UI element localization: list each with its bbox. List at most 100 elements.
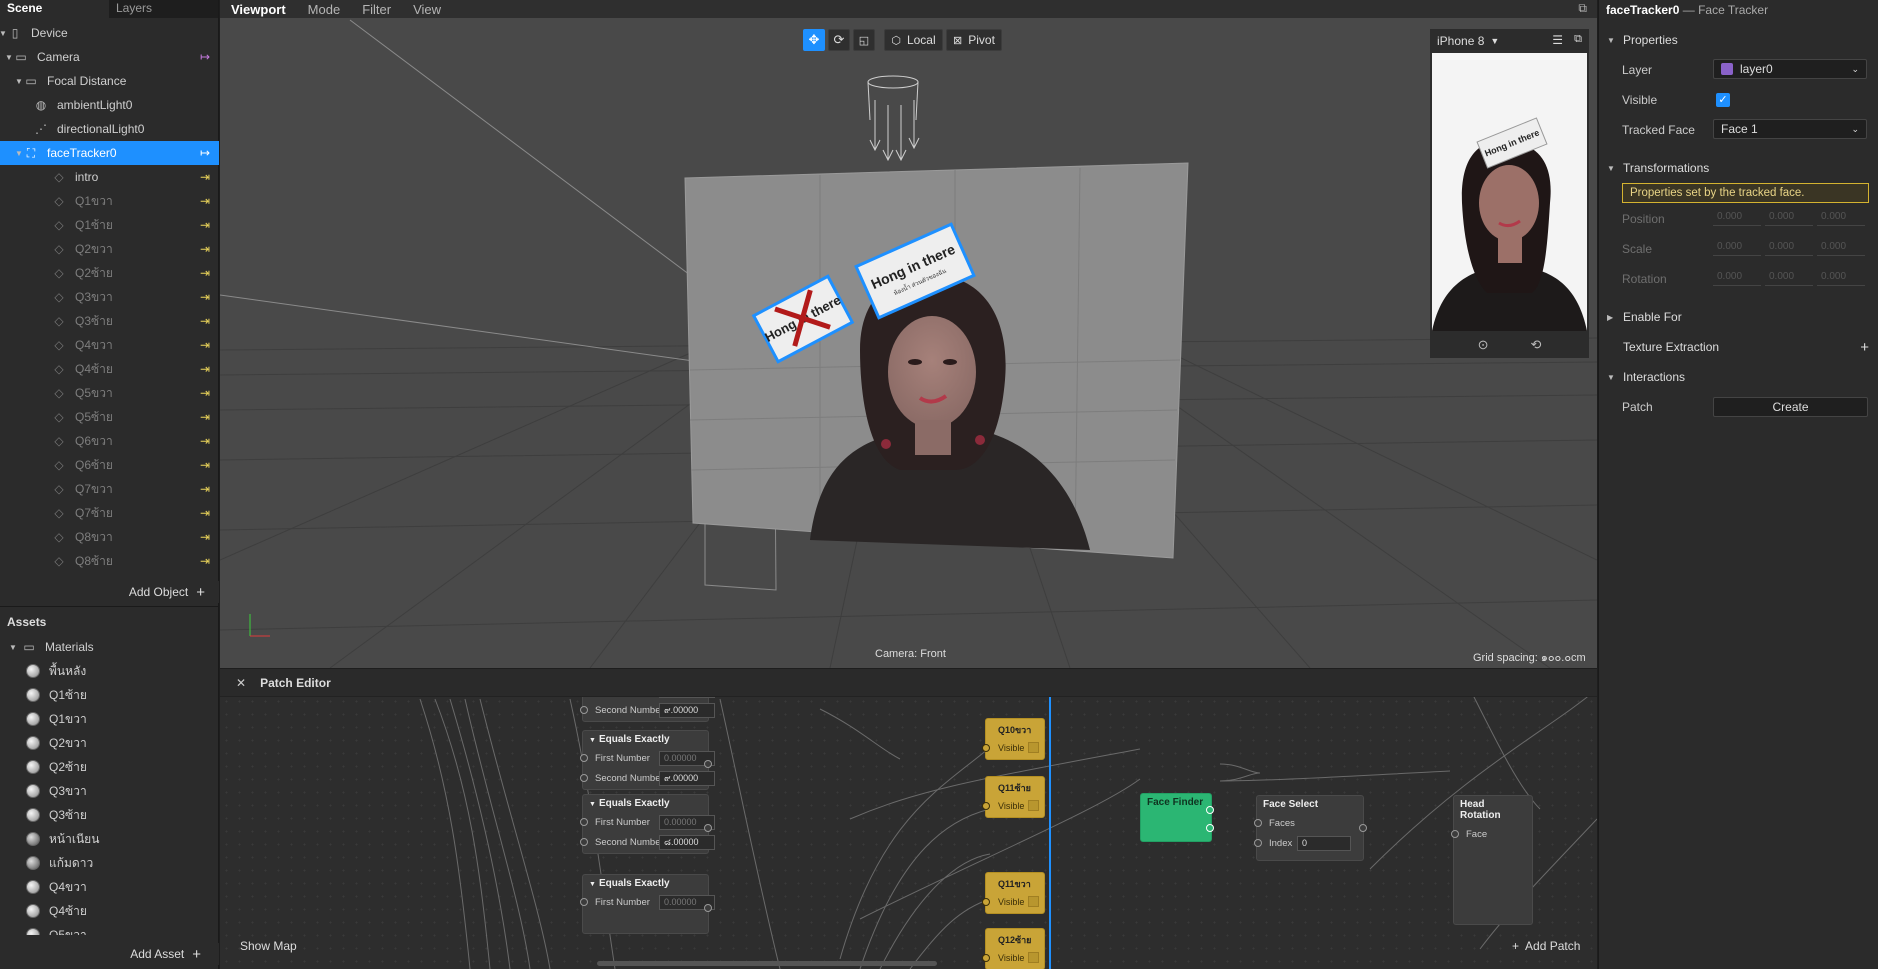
tree-item[interactable]: ▼ ▭ Camera ↦ (0, 45, 219, 69)
object-visibility-node[interactable]: Q11ซ้าย Visible (982, 776, 1045, 818)
index-input-port[interactable] (1254, 839, 1262, 847)
tree-item[interactable]: ◇ Q7ซ้าย ⇥ (0, 501, 219, 525)
menu-icon[interactable]: ☰ (1552, 33, 1563, 47)
tree-item[interactable]: ◇ Q1ขวา ⇥ (0, 189, 219, 213)
visible-input-port[interactable] (982, 744, 990, 752)
assets-folder-materials[interactable]: ▼ ▭ Materials (0, 635, 219, 659)
index-field[interactable]: 0 (1297, 835, 1351, 851)
visible-checkbox[interactable] (1028, 896, 1039, 907)
tree-item[interactable]: ◇ Q6ซ้าย ⇥ (0, 453, 219, 477)
rotate-device-icon[interactable]: ⟲ (1531, 337, 1542, 353)
object-visibility-node[interactable]: Q12ซ้าย Visible (982, 928, 1045, 969)
face-finder-node[interactable]: Face Finder (1140, 793, 1214, 842)
asset-item[interactable]: พื้นหลัง (0, 659, 219, 683)
first-number-port[interactable] (580, 754, 588, 762)
pivot-button[interactable]: ⊠ Pivot (946, 29, 1002, 51)
patch-arrow-icon[interactable]: ⇥ (200, 506, 210, 520)
visible-checkbox[interactable] (1028, 800, 1039, 811)
tree-item[interactable]: ◇ Q7ขวา ⇥ (0, 477, 219, 501)
move-tool-button[interactable]: ✥ (803, 29, 825, 51)
equals-exactly-node[interactable]: ▼ Equals Exactly First Number 0.00000 (580, 874, 715, 934)
plus-icon[interactable]: + (1860, 339, 1869, 356)
rotate-tool-button[interactable]: ⟳ (828, 29, 850, 51)
patch-arrow-icon[interactable]: ⇥ (200, 362, 210, 376)
equals-exactly-node[interactable]: ▼ Equals Exactly First Number 0.00000 Second… (580, 730, 715, 790)
close-icon[interactable]: ✕ (236, 676, 246, 690)
face-input-port[interactable] (1451, 830, 1459, 838)
patch-arrow-icon[interactable]: ⇥ (200, 338, 210, 352)
transformations-section-header[interactable]: ▼ Transformations (1599, 157, 1878, 179)
tree-item[interactable]: ◇ Q4ขวา ⇥ (0, 333, 219, 357)
equals-output-port[interactable] (704, 904, 712, 912)
horizontal-scrollbar[interactable] (597, 961, 937, 966)
tree-item[interactable]: ⋰ directionalLight0 (0, 117, 219, 141)
menu-viewport[interactable]: Viewport (220, 2, 297, 17)
object-visibility-node[interactable]: Q11ขวา Visible (982, 872, 1045, 914)
visible-checkbox[interactable] (1028, 742, 1039, 753)
second-number-port[interactable] (580, 774, 588, 782)
patch-arrow-icon[interactable]: ↦ (200, 146, 210, 160)
caret-down-icon[interactable]: ▼ (14, 77, 24, 86)
patch-arrow-icon[interactable]: ⇥ (200, 458, 210, 472)
show-map-button[interactable]: Show Map (240, 939, 297, 953)
equals-output-port[interactable] (704, 824, 712, 832)
asset-item[interactable]: แก้มดาว (0, 851, 219, 875)
visible-input-port[interactable] (982, 802, 990, 810)
first-number-port[interactable] (580, 898, 588, 906)
first-number-port[interactable] (580, 818, 588, 826)
tree-item[interactable]: ◇ Q3ขวา ⇥ (0, 285, 219, 309)
face-select-output-port[interactable] (1359, 824, 1367, 832)
layer-dropdown[interactable]: layer0 ⌄ (1713, 59, 1867, 79)
tree-item[interactable]: ◇ Q4ซ้าย ⇥ (0, 357, 219, 381)
patch-arrow-icon[interactable]: ⇥ (200, 170, 210, 184)
tree-item[interactable]: ◇ Q8ซ้าย ⇥ (0, 549, 219, 573)
tree-item[interactable]: ▼ ▯ Device (0, 21, 219, 45)
tab-layers[interactable]: Layers (109, 0, 218, 18)
screenshot-icon[interactable]: ⊙ (1478, 337, 1489, 353)
properties-section-header[interactable]: ▼ Properties (1599, 29, 1878, 51)
second-number-port[interactable] (580, 706, 588, 714)
second-number-field[interactable]: ๙.00000 (659, 702, 715, 718)
asset-item[interactable]: Q4ขวา (0, 875, 219, 899)
patch-arrow-icon[interactable]: ⇥ (200, 530, 210, 544)
patch-arrow-icon[interactable]: ⇥ (200, 290, 210, 304)
patch-arrow-icon[interactable]: ⇥ (200, 482, 210, 496)
equals-output-port[interactable] (704, 760, 712, 768)
menu-view[interactable]: View (402, 2, 452, 17)
viewport[interactable]: Hong in there Hong in there ห้องน้ำ ส่วน… (220, 0, 1597, 668)
add-asset-button[interactable]: Add Asset + (130, 946, 201, 963)
second-number-field[interactable]: ๙.00000 (659, 770, 715, 786)
interactions-section-header[interactable]: ▼ Interactions (1599, 366, 1878, 388)
add-patch-button[interactable]: + Add Patch (1512, 939, 1580, 953)
create-patch-button[interactable]: Create (1713, 397, 1868, 417)
texture-extraction-section-header[interactable]: Texture Extraction + (1599, 336, 1878, 358)
patch-arrow-icon[interactable]: ⇥ (200, 386, 210, 400)
equals-exactly-node[interactable]: ▼ Equals Exactly First Number 0.00000 Second… (580, 794, 715, 854)
tree-item[interactable]: ▼ ▭ Focal Distance (0, 69, 219, 93)
patch-arrow-icon[interactable]: ⇥ (200, 410, 210, 424)
patch-arrow-icon[interactable]: ↦ (200, 50, 210, 64)
faces-input-port[interactable] (1254, 819, 1262, 827)
asset-item[interactable]: Q5ขวา (0, 923, 219, 935)
tree-item[interactable]: ◇ Q3ซ้าย ⇥ (0, 309, 219, 333)
asset-item[interactable]: Q2ซ้าย (0, 755, 219, 779)
asset-item[interactable]: หน้าเนียน (0, 827, 219, 851)
tree-item[interactable]: ◇ Q1ซ้าย ⇥ (0, 213, 219, 237)
tree-item[interactable]: ◇ Q6ขวา ⇥ (0, 429, 219, 453)
face-select-node[interactable]: Face Select Faces Index 0 (1254, 795, 1367, 861)
scale-tool-button[interactable]: ◱ (853, 29, 875, 51)
asset-item[interactable]: Q4ซ้าย (0, 899, 219, 923)
visible-input-port[interactable] (982, 954, 990, 962)
patch-arrow-icon[interactable]: ⇥ (200, 554, 210, 568)
patch-arrow-icon[interactable]: ⇥ (200, 314, 210, 328)
second-number-port[interactable] (580, 838, 588, 846)
asset-item[interactable]: Q1ขวา (0, 707, 219, 731)
add-object-button[interactable]: Add Object + (129, 584, 205, 601)
asset-item[interactable]: Q3ขวา (0, 779, 219, 803)
tree-item[interactable]: ◇ Q5ซ้าย ⇥ (0, 405, 219, 429)
menu-mode[interactable]: Mode (297, 2, 352, 17)
pop-out-icon[interactable]: ⧉ (1574, 33, 1582, 46)
tree-item[interactable]: ◍ ambientLight0 (0, 93, 219, 117)
face-finder-output-port[interactable] (1206, 824, 1214, 832)
tree-item[interactable]: ◇ Q2ขวา ⇥ (0, 237, 219, 261)
